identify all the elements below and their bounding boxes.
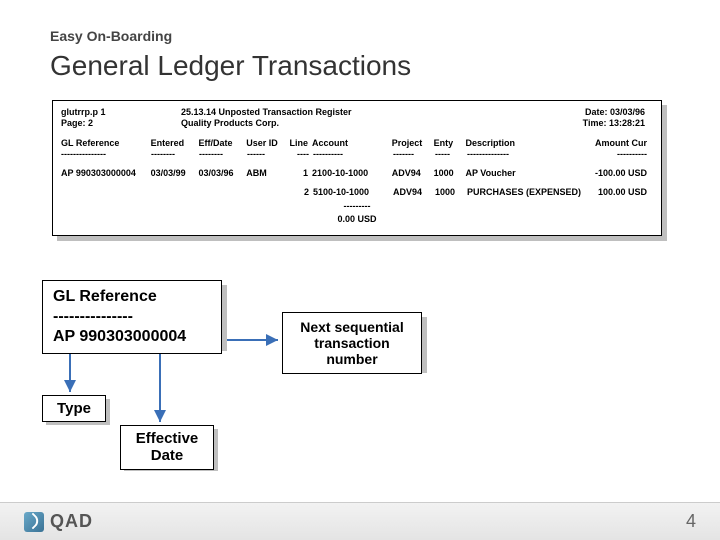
page-title: General Ledger Transactions [50,50,680,82]
table-row: AP 990303000004 03/03/99 03/03/96 ABM 1 … [61,168,653,179]
rpt-date: Date: 03/03/96 [451,107,653,118]
col-line: Line [286,138,312,149]
glref-callout: GL Reference --------------- AP 99030300… [42,280,222,354]
next-callout-text: Next sequential transaction number [300,319,403,367]
col-enty: Enty [434,138,466,149]
brand-logo: QAD [24,511,93,532]
rpt-title: 25.13.14 Unposted Transaction Register [181,107,451,118]
column-headers: GL Reference Entered Eff/Date User ID Li… [61,138,653,149]
col-desc: Description [465,138,595,149]
glref-callout-value: AP 990303000004 [53,327,211,347]
brand-name: QAD [50,511,93,532]
rpt-prog: glutrrp.p 1 [61,107,181,118]
col-amt: Amount Cur [595,138,653,149]
rpt-company: Quality Products Corp. [181,118,451,129]
col-proj: Project [392,138,434,149]
kicker-text: Easy On-Boarding [50,28,680,44]
table-row: 2 5100-10-1000 ADV94 1000 PURCHASES (EXP… [61,187,653,198]
total-value: 0.00 USD [61,214,653,225]
column-dashes: --------------- -------- -------- ------… [61,149,653,160]
col-eff: Eff/Date [198,138,246,149]
page-number: 4 [686,511,696,532]
eff-callout-text: Effective Date [136,430,199,464]
report-panel: glutrrp.p 1 25.13.14 Unposted Transactio… [52,100,662,236]
next-callout: Next sequential transaction number [282,312,422,374]
rpt-page: Page: 2 [61,118,181,129]
col-acct: Account [312,138,392,149]
report-body: glutrrp.p 1 25.13.14 Unposted Transactio… [52,100,662,236]
glref-callout-dash: --------------- [53,307,211,327]
col-uid: User ID [246,138,286,149]
footer-bar: QAD 4 [0,502,720,540]
total-dash: --------- [61,201,653,212]
rpt-time: Time: 13:28:21 [451,118,653,129]
brand-logo-icon [24,512,44,532]
type-callout: Type [42,395,106,422]
glref-callout-heading: GL Reference [53,287,211,307]
col-ref: GL Reference [61,138,151,149]
col-ent: Entered [151,138,199,149]
type-callout-text: Type [57,400,91,417]
eff-callout: Effective Date [120,425,214,470]
